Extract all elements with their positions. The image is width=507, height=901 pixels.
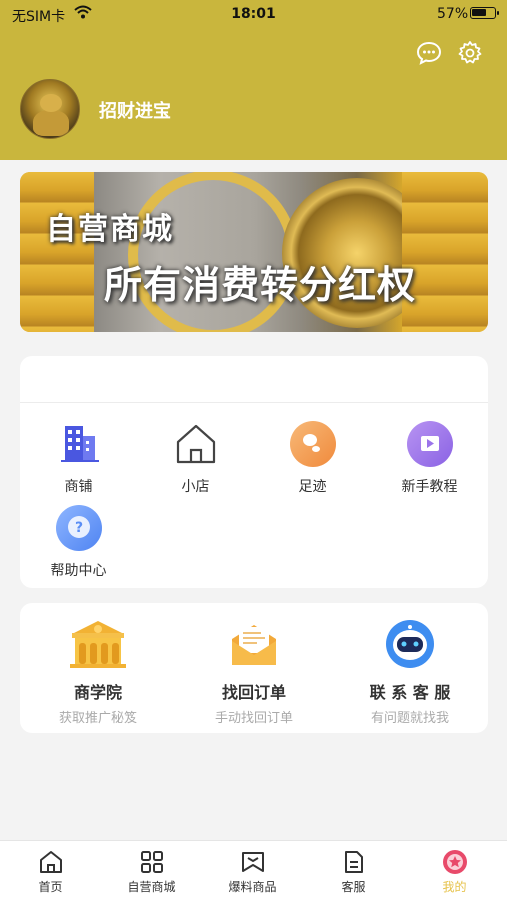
promo-banner[interactable]: 自营商城 所有消费转分红权: [20, 172, 488, 332]
tab-label: 自营商城: [127, 880, 176, 894]
menu-item-label: 商铺: [64, 479, 93, 495]
building-icon: [55, 420, 103, 468]
house-icon: [172, 420, 220, 468]
menu-item-footprint[interactable]: 足迹: [254, 420, 371, 496]
star-badge-icon: [442, 849, 468, 875]
svg-text:?: ?: [74, 520, 82, 536]
avatar[interactable]: [20, 79, 80, 139]
menu-item-help[interactable]: ? 帮助中心: [20, 504, 137, 580]
footprint-icon: [289, 420, 337, 468]
service-subtitle: 获取推广秘笈: [58, 711, 137, 726]
tab-mall[interactable]: 自营商城: [101, 849, 202, 895]
menu-item-shop[interactable]: 商铺: [20, 420, 137, 496]
function-menu-card: 商铺 小店 足迹 新手教程 ? 帮助中心: [20, 356, 488, 588]
home-icon: [38, 849, 64, 875]
banner-subtitle: 所有消费转分红权: [104, 263, 417, 307]
status-bar: 无SIM卡 18:01 57%: [0, 0, 507, 30]
video-icon: [406, 420, 454, 468]
menu-item-label: 足迹: [298, 479, 327, 495]
profile-header: 无SIM卡 18:01 57% 招财进宝: [0, 0, 507, 160]
tab-label: 我的: [442, 880, 467, 894]
menu-item-label: 帮助中心: [50, 563, 107, 579]
service-title: 联 系 客 服: [369, 683, 451, 702]
find-order-entry[interactable]: 找回订单 手动找回订单: [176, 603, 332, 726]
grid-icon: [139, 849, 165, 875]
tab-mine[interactable]: 我的: [404, 849, 505, 895]
tab-label: 爆料商品: [228, 880, 277, 894]
envelope-icon: [222, 619, 286, 669]
academy-icon: [66, 619, 130, 669]
tab-label: 客服: [341, 880, 366, 894]
gold-bars-image: [20, 172, 94, 332]
tab-home[interactable]: 首页: [0, 849, 101, 895]
bottom-tab-bar: 首页 自营商城 爆料商品 客服 我的: [0, 840, 507, 901]
divider: [20, 402, 488, 403]
tab-label: 首页: [38, 880, 63, 894]
service-title: 找回订单: [221, 683, 286, 702]
robot-icon: [378, 619, 442, 669]
menu-item-store[interactable]: 小店: [137, 420, 254, 496]
tab-customer-service[interactable]: 客服: [303, 849, 404, 895]
document-icon: [341, 849, 367, 875]
contact-support-entry[interactable]: 联 系 客 服 有问题就找我: [332, 603, 488, 726]
service-subtitle: 有问题就找我: [370, 711, 449, 726]
menu-item-label: 新手教程: [401, 479, 458, 495]
academy-entry[interactable]: 商学院 获取推广秘笈: [20, 603, 176, 726]
chat-icon[interactable]: [416, 40, 442, 66]
menu-item-label: 小店: [181, 479, 210, 495]
tab-hot-products[interactable]: 爆料商品: [202, 849, 303, 895]
battery-icon: [470, 7, 499, 19]
status-time: 18:01: [231, 6, 276, 22]
service-subtitle: 手动找回订单: [214, 711, 293, 726]
menu-item-tutorial[interactable]: 新手教程: [371, 420, 488, 496]
bookmark-icon: [240, 849, 266, 875]
banner-title: 自营商城: [46, 212, 174, 247]
username: 招财进宝: [99, 101, 171, 122]
battery-percentage: 57%: [437, 6, 469, 22]
help-icon: ?: [55, 504, 103, 552]
services-card: 商学院 获取推广秘笈 找回订单 手动找回订单 联 系 客 服 有问题就找我: [20, 603, 488, 733]
service-title: 商学院: [73, 683, 122, 702]
gear-icon[interactable]: [457, 40, 483, 66]
